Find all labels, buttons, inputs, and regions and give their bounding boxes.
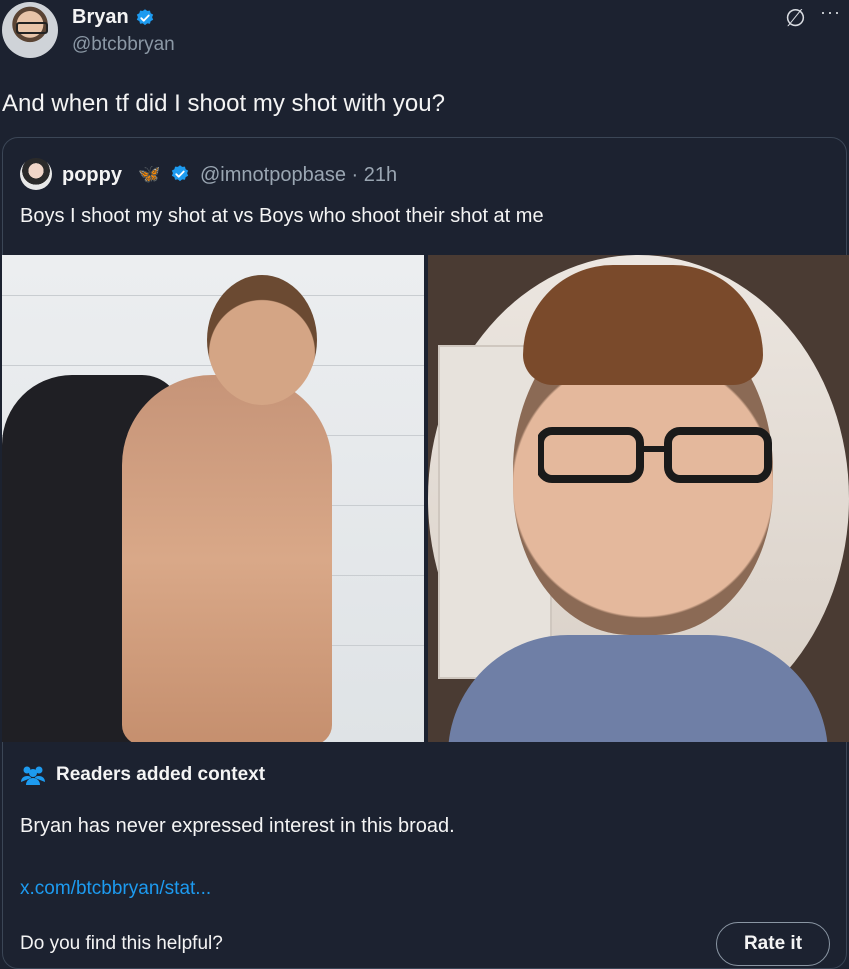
community-note-header: Readers added context (20, 764, 265, 786)
quoted-verified-badge-icon (171, 165, 189, 182)
quoted-handle-time[interactable]: @imnotpopbase · 21h (200, 164, 397, 187)
grok-icon[interactable]: ∅ (785, 4, 806, 33)
community-note-body: Bryan has never expressed interest in th… (20, 815, 455, 837)
author-handle[interactable]: @btcbbryan (72, 34, 175, 56)
rate-it-button[interactable]: Rate it (716, 922, 830, 966)
brick-line (2, 295, 424, 296)
verified-badge-icon (136, 8, 153, 25)
circle-photo-frame (428, 255, 849, 742)
author-avatar[interactable] (2, 2, 58, 58)
community-note-link[interactable]: x.com/btcbbryan/stat... (20, 878, 211, 900)
helpful-prompt: Do you find this helpful? (20, 933, 223, 954)
author-name[interactable]: Bryan (72, 6, 129, 29)
people-icon (21, 766, 45, 785)
quoted-author-avatar[interactable] (20, 158, 52, 190)
quoted-tweet-text: Boys I shoot my shot at vs Boys who shoo… (20, 205, 544, 227)
avatar-glasses (16, 22, 48, 34)
tweet-text: And when tf did I shoot my shot with you… (2, 90, 445, 117)
butterfly-emoji: 🦋 (138, 164, 161, 184)
community-note-title: Readers added context (56, 764, 266, 785)
author-name-row[interactable]: Bryan (72, 6, 155, 29)
quoted-image-left[interactable] (2, 255, 424, 742)
quoted-author-name[interactable]: poppy (62, 164, 122, 187)
man-head-figure (207, 275, 317, 405)
hair-figure (523, 265, 763, 385)
quoted-image-right[interactable] (428, 255, 849, 742)
more-options-icon[interactable]: ··· (820, 2, 841, 23)
shirtless-man-figure (122, 375, 332, 742)
glasses-figure (538, 427, 772, 483)
